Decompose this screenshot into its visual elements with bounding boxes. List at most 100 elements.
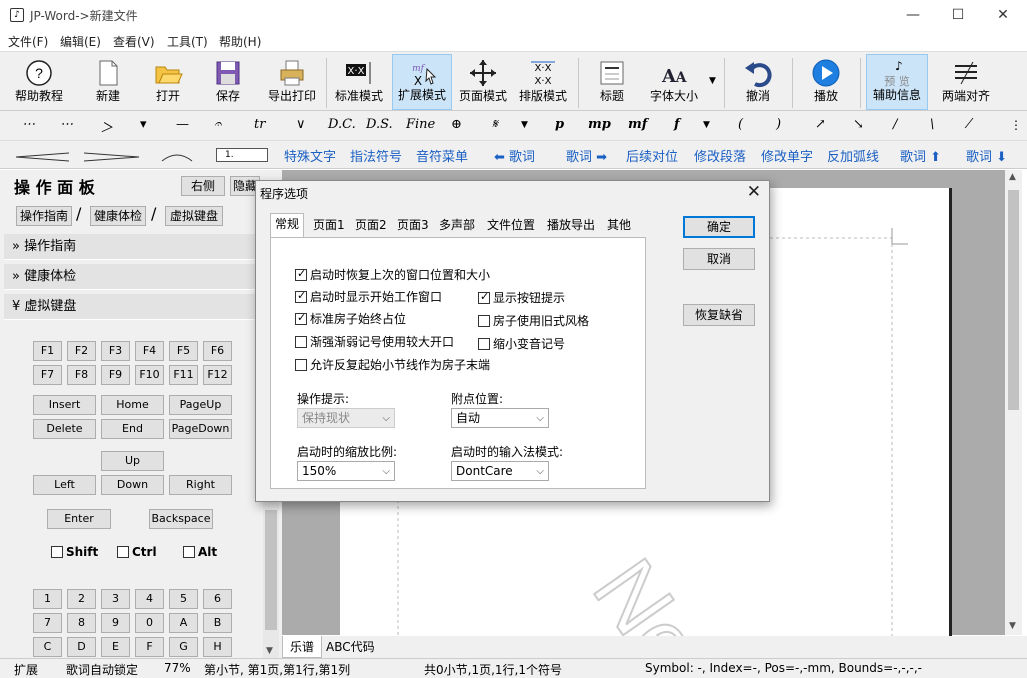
paren-open-button[interactable]: (	[738, 117, 743, 132]
tab-page1[interactable]: 页面1	[310, 215, 348, 237]
more-icon[interactable]: ⋮	[1010, 118, 1022, 132]
coda-button[interactable]: ⊕	[451, 117, 462, 132]
tab-file-location[interactable]: 文件位置	[484, 215, 538, 237]
font-size-button[interactable]: AA 字体大小	[644, 54, 704, 110]
ime-mode-select[interactable]: DontCare ⌵	[451, 461, 549, 481]
key-7[interactable]: 7	[33, 613, 62, 633]
key-backspace[interactable]: Backspace	[149, 509, 213, 529]
key-f3[interactable]: F3	[101, 341, 130, 361]
edit-paragraph-link[interactable]: 修改段落	[694, 146, 746, 165]
restore-window-checkbox[interactable]: 启动时恢复上次的窗口位置和大小	[295, 266, 490, 283]
layout-mode-button[interactable]: X·X X·X 排版模式	[514, 54, 572, 110]
font-size-dropdown-icon[interactable]: ▼	[709, 76, 716, 86]
section-health[interactable]: » 健康体检	[4, 264, 262, 290]
tab-keyboard[interactable]: 虚拟键盘	[165, 206, 223, 226]
number-field[interactable]: 1.	[216, 148, 268, 162]
symbol-button[interactable]: ⋯	[22, 117, 35, 132]
dynamic-f-button[interactable]: f	[674, 117, 680, 132]
scroll-up-icon[interactable]: ▲	[1009, 172, 1016, 182]
section-guide[interactable]: » 操作指南	[4, 234, 262, 260]
key-f7[interactable]: F7	[33, 365, 62, 385]
tab-page3[interactable]: 页面3	[394, 215, 432, 237]
key-4[interactable]: 4	[135, 589, 164, 609]
key-c[interactable]: C	[33, 637, 62, 657]
dynamic-mf-button[interactable]: mf	[628, 117, 647, 132]
dialog-close-button[interactable]: ✕	[747, 182, 761, 202]
open-button[interactable]: 打开	[140, 54, 196, 110]
fine-button[interactable]: Fine	[406, 117, 435, 132]
document-scrollbar[interactable]: ▲ ▼	[1005, 170, 1022, 635]
symbol-button[interactable]: —	[176, 117, 189, 132]
shift-checkbox[interactable]: Shift	[51, 545, 98, 559]
ok-button[interactable]: 确定	[683, 216, 755, 238]
note-menu-link[interactable]: 音符菜单	[416, 146, 468, 165]
symbol-button[interactable]: ∨	[296, 117, 306, 132]
help-tutorial-button[interactable]: ? 帮助教程	[8, 54, 70, 110]
scroll-down-icon[interactable]: ▼	[266, 646, 273, 656]
section-keyboard[interactable]: ¥ 虚拟键盘	[4, 294, 262, 320]
dynamic-p-button[interactable]: p	[555, 117, 564, 132]
title-button[interactable]: 标题	[586, 54, 638, 110]
paren-close-button[interactable]: )	[776, 117, 781, 132]
restore-defaults-button[interactable]: 恢复缺省	[683, 304, 755, 326]
fermata-button[interactable]: 𝄐	[214, 117, 221, 132]
standard-house-checkbox[interactable]: 标准房子始终占位	[295, 310, 406, 327]
key-2[interactable]: 2	[67, 589, 96, 609]
lyric-left-link[interactable]: ⬅ 歌词	[494, 146, 535, 165]
special-text-link[interactable]: 特殊文字	[284, 146, 336, 165]
segno-button[interactable]: 𝄋	[492, 117, 498, 132]
key-f8[interactable]: F8	[67, 365, 96, 385]
attach-pos-select[interactable]: 自动 ⌵	[451, 408, 549, 428]
key-a[interactable]: A	[169, 613, 198, 633]
tab-other[interactable]: 其他	[604, 215, 634, 237]
key-right[interactable]: Right	[169, 475, 232, 495]
symbol-button[interactable]: ＞	[100, 117, 113, 136]
symbol-button[interactable]: ⁄	[968, 117, 970, 132]
scroll-thumb[interactable]	[1008, 190, 1019, 410]
key-f[interactable]: F	[135, 637, 164, 657]
key-insert[interactable]: Insert	[33, 395, 96, 415]
key-end[interactable]: End	[101, 419, 164, 439]
maximize-button[interactable]: ☐	[935, 0, 981, 31]
key-5[interactable]: 5	[169, 589, 198, 609]
ctrl-checkbox[interactable]: Ctrl	[117, 545, 157, 559]
tab-multi-voice[interactable]: 多声部	[436, 215, 478, 237]
key-f12[interactable]: F12	[203, 365, 232, 385]
key-1[interactable]: 1	[33, 589, 62, 609]
key-enter[interactable]: Enter	[47, 509, 111, 529]
symbol-button[interactable]: \	[930, 117, 934, 132]
show-tooltips-checkbox[interactable]: 显示按钮提示	[478, 289, 565, 306]
lyric-down-link[interactable]: 歌词 ⬇	[966, 146, 1007, 165]
key-f10[interactable]: F10	[135, 365, 164, 385]
justify-button[interactable]: 两端对齐	[934, 54, 998, 110]
key-f4[interactable]: F4	[135, 341, 164, 361]
key-g[interactable]: G	[169, 637, 198, 657]
zoom-select[interactable]: 150% ⌵	[297, 461, 395, 481]
key-pageup[interactable]: PageUp	[169, 395, 232, 415]
menu-help[interactable]: 帮助(H)	[219, 33, 261, 50]
dc-button[interactable]: D.C.	[328, 117, 356, 132]
symbol-button[interactable]: ▾	[140, 117, 147, 132]
tab-general[interactable]: 常规	[270, 213, 304, 237]
tab-score[interactable]: 乐谱	[282, 636, 322, 658]
tab-play-export[interactable]: 播放导出	[544, 215, 598, 237]
key-9[interactable]: 9	[101, 613, 130, 633]
lyric-up-link[interactable]: 歌词 ⬆	[900, 146, 941, 165]
key-f9[interactable]: F9	[101, 365, 130, 385]
key-f6[interactable]: F6	[203, 341, 232, 361]
follow-align-link[interactable]: 后续对位	[626, 146, 678, 165]
key-left[interactable]: Left	[33, 475, 96, 495]
cancel-button[interactable]: 取消	[683, 248, 755, 270]
key-pagedown[interactable]: PageDown	[169, 419, 232, 439]
menu-file[interactable]: 文件(F)	[8, 33, 48, 50]
key-0[interactable]: 0	[135, 613, 164, 633]
save-button[interactable]: 保存	[200, 54, 256, 110]
ds-button[interactable]: D.S.	[366, 117, 393, 132]
key-h[interactable]: H	[203, 637, 232, 657]
key-f2[interactable]: F2	[67, 341, 96, 361]
key-down[interactable]: Down	[101, 475, 164, 495]
symbol-button[interactable]: /	[893, 117, 897, 132]
key-f5[interactable]: F5	[169, 341, 198, 361]
key-f1[interactable]: F1	[33, 341, 62, 361]
new-button[interactable]: 新建	[80, 54, 136, 110]
